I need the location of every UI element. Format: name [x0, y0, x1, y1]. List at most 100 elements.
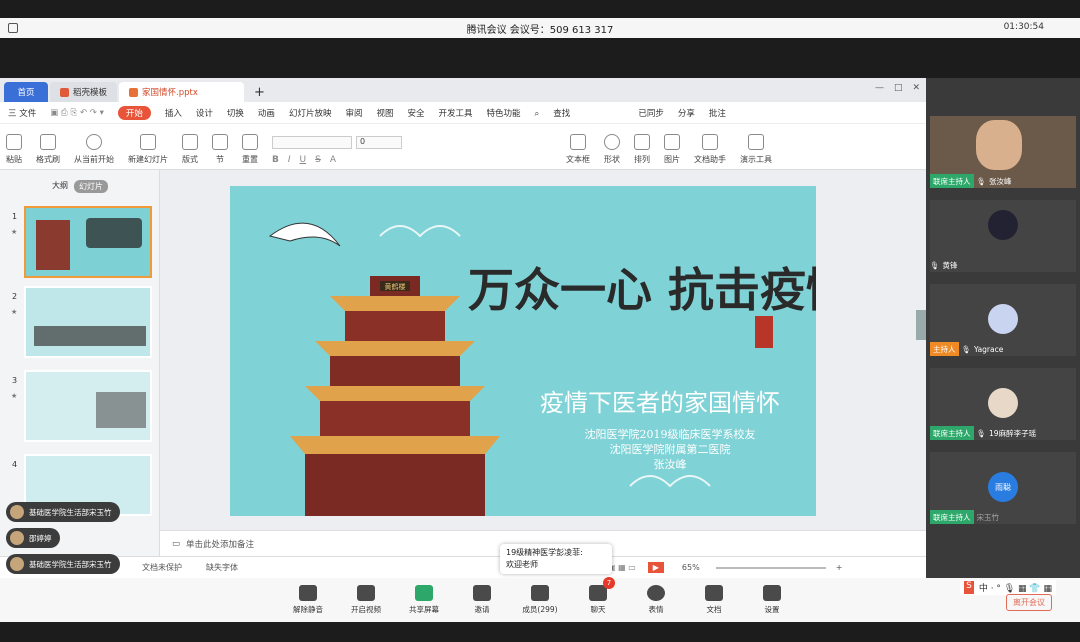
picture-button[interactable]: 图片 — [664, 128, 680, 165]
thumb-boat-image — [96, 392, 146, 428]
thumb-number: 2 — [12, 292, 18, 301]
bold-button[interactable]: B — [272, 155, 279, 165]
participant-tile-3[interactable]: 主持人 🎙 Yagrace — [930, 284, 1076, 356]
thumb-crowd-image — [34, 326, 146, 346]
current-slide[interactable]: 黄鹤楼 万众一心 抗击疫情 疫情下医者的家国情怀 沈阳医学院2019级临床医学系… — [230, 186, 816, 516]
underline-button[interactable]: U — [300, 155, 307, 165]
members-button[interactable]: 成员(299) — [520, 585, 560, 615]
chat-popup[interactable]: 19级精神医学彭凌菲: 欢迎老师 — [500, 544, 612, 574]
reset-button[interactable]: 重置 — [242, 128, 258, 165]
font-family-select[interactable] — [272, 136, 352, 149]
section-button[interactable]: 节 — [212, 128, 228, 165]
new-slide-icon — [140, 134, 156, 150]
share-screen-icon — [415, 585, 433, 601]
textbox-button[interactable]: 文本框 — [566, 128, 590, 165]
animation-star-icon: ★ — [11, 392, 18, 400]
zoom-slider[interactable] — [715, 566, 826, 569]
layout-button[interactable]: 版式 — [182, 128, 198, 165]
format-painter-button[interactable]: 格式刷 — [36, 128, 60, 165]
participant-tile-5[interactable]: 雨聪 联席主持人 宋玉竹 — [930, 452, 1076, 524]
italic-button[interactable]: I — [288, 155, 291, 165]
menu-share[interactable]: 分享 — [678, 107, 695, 119]
minimize-button[interactable]: — — [875, 83, 884, 93]
docs-button[interactable]: 文档 — [694, 585, 734, 615]
ime-logo-icon: S — [964, 581, 974, 594]
font-size-select[interactable]: 0 — [356, 136, 402, 149]
next-slide-handle[interactable] — [916, 310, 926, 340]
menu-review[interactable]: 审阅 — [345, 107, 362, 119]
leave-meeting-button[interactable]: 离开会议 — [1006, 594, 1052, 611]
panel-tabs: 大纲 幻灯片 — [52, 180, 108, 193]
participant-tile-2[interactable]: 🎙 黄锋 — [930, 200, 1076, 272]
view-mode-icons[interactable]: ▣ ▦ ▭ — [608, 563, 636, 572]
menu-insert[interactable]: 插入 — [165, 107, 182, 119]
reaction-button[interactable]: 表情 — [636, 585, 676, 615]
tab-bar: 首页 稻壳模板 家国情怀.pptx + — □ ✕ — [0, 78, 926, 102]
window-menu-icon[interactable] — [8, 23, 18, 33]
shape-button[interactable]: 形状 — [604, 128, 620, 165]
mic-icon: 🎙 — [976, 176, 987, 186]
text-color-button[interactable]: A — [330, 155, 336, 165]
menu-transition[interactable]: 切换 — [227, 107, 244, 119]
close-button[interactable]: ✕ — [912, 83, 920, 93]
settings-button[interactable]: 设置 — [752, 585, 792, 615]
maximize-button[interactable]: □ — [894, 83, 903, 93]
new-tab-button[interactable]: + — [246, 82, 273, 102]
missing-font-status[interactable]: 缺失字体 — [206, 562, 238, 573]
paste-button[interactable]: 粘贴 — [6, 128, 22, 165]
tab-slides[interactable]: 幻灯片 — [74, 180, 108, 193]
menu-design[interactable]: 设计 — [196, 107, 213, 119]
tab-docer[interactable]: 稻壳模板 — [50, 82, 118, 102]
slide-thumbnail-2[interactable] — [24, 286, 152, 358]
menu-search[interactable]: ⌕ 查找 — [535, 107, 585, 119]
slide-thumbnail-1[interactable] — [24, 206, 152, 278]
zoom-level[interactable]: 65% — [682, 563, 700, 572]
play-from-current-button[interactable]: 从当前开始 — [74, 128, 114, 165]
slide-thumbnail-3[interactable] — [24, 370, 152, 442]
unmute-button[interactable]: 解除静音 — [288, 585, 328, 615]
arrange-button[interactable]: 排列 — [634, 128, 650, 165]
docer-icon — [60, 87, 69, 97]
strike-button[interactable]: S — [315, 155, 321, 165]
meeting-title: 腾讯会议 会议号：509 613 317 — [466, 24, 614, 36]
menu-comment[interactable]: 批注 — [709, 107, 726, 119]
share-screen-button[interactable]: 共享屏幕 — [404, 585, 444, 615]
tab-document-label: 家国情怀.pptx — [142, 88, 198, 98]
tower-plaque-text: 黄鹤楼 — [385, 282, 406, 291]
tab-home[interactable]: 首页 — [4, 82, 48, 102]
chat-bubble-text: 邵婷婷 — [29, 533, 52, 543]
presentation-tools-button[interactable]: 演示工具 — [740, 128, 772, 165]
menu-animation[interactable]: 动画 — [258, 107, 275, 119]
menu-start[interactable]: 开始 — [117, 105, 151, 120]
new-slide-button[interactable]: 新建幻灯片 — [128, 128, 168, 165]
animation-star-icon: ★ — [11, 228, 18, 236]
participant-tile-4[interactable]: 联席主持人 🎙 19麻醉李子瑶 — [930, 368, 1076, 440]
doc-assistant-button[interactable]: 文档助手 — [694, 128, 726, 165]
menu-slideshow[interactable]: 幻灯片放映 — [289, 107, 332, 119]
participant-tile-1[interactable]: 联席主持人 🎙 张汝峰 — [930, 116, 1076, 188]
menu-devtools[interactable]: 开发工具 — [439, 107, 473, 119]
start-video-button[interactable]: 开启视频 — [346, 585, 386, 615]
ime-icons: 中 · ° 🎙 ▦ 👕 ▦ — [978, 584, 1052, 594]
menu-synced[interactable]: 已同步 — [638, 107, 664, 119]
tab-outline[interactable]: 大纲 — [52, 180, 68, 193]
menu-view[interactable]: 视图 — [376, 107, 393, 119]
picture-label: 图片 — [664, 155, 680, 164]
chat-popup-sender: 19级精神医学彭凌菲: — [506, 548, 583, 557]
chat-bubble: 基础医学院生活部宋玉竹 — [6, 554, 120, 574]
zoom-in-button[interactable]: + — [836, 563, 843, 572]
quick-access-icons[interactable]: ▣ ⎙ ⎘ ↶ ↷ ▾ — [50, 108, 104, 118]
format-painter-label: 格式刷 — [36, 155, 60, 164]
chat-button[interactable]: 7 聊天 — [578, 577, 618, 615]
avatar — [10, 557, 24, 571]
invite-button[interactable]: 邀请 — [462, 585, 502, 615]
doc-protect-status[interactable]: 文档未保护 — [142, 562, 182, 573]
play-slideshow-button[interactable]: ▶ — [647, 562, 664, 573]
ime-toolbar[interactable]: S 中 · ° 🎙 ▦ 👕 ▦ — [960, 580, 1056, 595]
participant-video-strip: 联席主持人 🎙 张汝峰 🎙 黄锋 主持人 🎙 Yagrace 联席主持人 🎙 19麻醉李子瑶 … — [926, 78, 1080, 578]
tab-document[interactable]: 家国情怀.pptx — [119, 82, 245, 102]
menu-features[interactable]: 特色功能 — [487, 107, 521, 119]
role-badge: 联席主持人 — [930, 426, 974, 440]
menu-security[interactable]: 安全 — [407, 107, 424, 119]
menu-file[interactable]: 三 文件 — [8, 107, 36, 119]
